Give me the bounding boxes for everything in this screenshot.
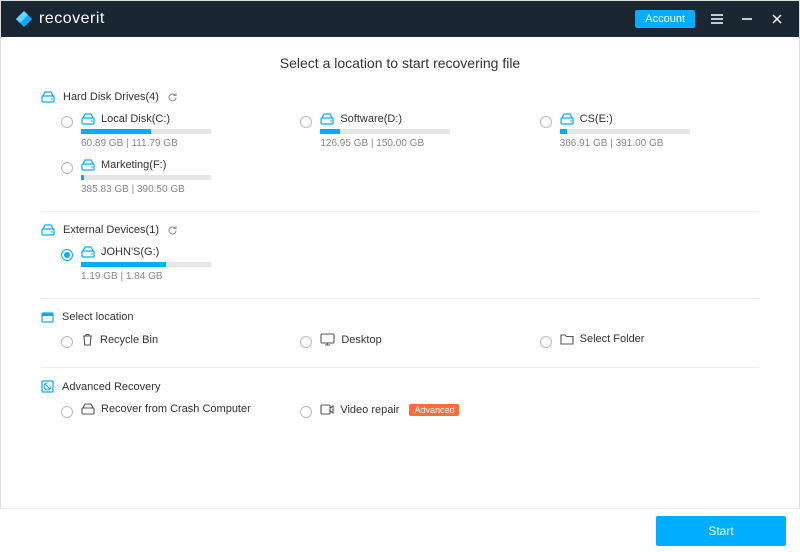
usage-bar	[320, 129, 450, 134]
crash-computer-icon	[81, 403, 95, 415]
close-icon[interactable]	[769, 11, 785, 27]
radio-drive-f[interactable]	[61, 162, 73, 174]
drive-item-f[interactable]: Marketing(F:) 385.83 GB | 390.50 GB	[61, 159, 280, 195]
brand-logo-icon	[15, 10, 33, 28]
section-label: External Devices(1)	[63, 224, 159, 236]
usage-text: 60.89 GB | 111.79 GB	[81, 138, 280, 149]
location-section-icon	[41, 311, 54, 323]
drive-icon	[81, 113, 95, 125]
radio-crash[interactable]	[61, 406, 73, 418]
section-label: Advanced Recovery	[62, 381, 160, 393]
drive-item-c[interactable]: Local Disk(C:) 60.89 GB | 111.79 GB	[61, 113, 280, 149]
refresh-icon[interactable]	[167, 92, 178, 103]
location-recycle-bin[interactable]: Recycle Bin	[61, 333, 280, 351]
divider	[41, 211, 759, 212]
menu-icon[interactable]	[709, 11, 725, 27]
radio-drive-c[interactable]	[61, 116, 73, 128]
title-bar: recoverit Account	[1, 1, 799, 37]
radio-video[interactable]	[300, 406, 312, 418]
radio-drive-d[interactable]	[300, 116, 312, 128]
desktop-icon	[320, 333, 335, 346]
usage-text: 1.19 GB | 1.84 GB	[81, 271, 280, 282]
section-hdd: Hard Disk Drives(4) Local Disk(C:) 60.89…	[41, 91, 759, 195]
location-desktop[interactable]: Desktop	[300, 333, 519, 351]
radio-drive-e[interactable]	[540, 116, 552, 128]
section-select-location: Select location Recycle Bin Desktop	[41, 311, 759, 351]
usage-text: 126.95 GB | 150.00 GB	[320, 138, 519, 149]
drive-label: Local Disk(C:)	[101, 113, 170, 125]
drive-label: JOHN'S(G:)	[101, 246, 159, 258]
drive-icon	[81, 159, 95, 171]
radio-drive-g[interactable]	[61, 249, 73, 261]
drive-label: CS(E:)	[580, 113, 613, 125]
page-title: Select a location to start recovering fi…	[41, 55, 759, 71]
section-label: Select location	[62, 311, 134, 323]
radio-desktop[interactable]	[300, 336, 312, 348]
location-label: Recycle Bin	[100, 334, 158, 346]
section-header-advanced: Advanced Recovery	[41, 380, 759, 393]
drive-label: Software(D:)	[340, 113, 402, 125]
drive-icon	[560, 113, 574, 125]
location-select-folder[interactable]: Select Folder	[540, 333, 759, 351]
logo: recoverit	[15, 10, 105, 28]
divider	[41, 298, 759, 299]
usage-bar	[81, 129, 211, 134]
main-content: Select a location to start recovering fi…	[1, 37, 799, 509]
drive-section-icon	[41, 91, 55, 103]
location-label: Select Folder	[580, 333, 645, 345]
section-header-external: External Devices(1)	[41, 224, 759, 236]
footer: Start	[0, 508, 800, 552]
account-button[interactable]: Account	[635, 10, 695, 28]
drive-item-g[interactable]: JOHN'S(G:) 1.19 GB | 1.84 GB	[61, 246, 280, 282]
section-header-hdd: Hard Disk Drives(4)	[41, 91, 759, 103]
section-advanced: Advanced Recovery Recover from Crash Com…	[41, 380, 759, 420]
usage-text: 366.91 GB | 391.00 GB	[560, 138, 759, 149]
advanced-label: Recover from Crash Computer	[101, 403, 251, 415]
usage-bar	[81, 262, 211, 267]
start-button[interactable]: Start	[656, 516, 786, 546]
location-label: Desktop	[341, 334, 381, 346]
usage-bar	[81, 175, 211, 180]
drive-label: Marketing(F:)	[101, 159, 166, 171]
external-section-icon	[41, 224, 55, 236]
radio-folder[interactable]	[540, 336, 552, 348]
usage-text: 385.83 GB | 390.50 GB	[81, 184, 280, 195]
advanced-video-repair[interactable]: Video repair Advanced	[300, 403, 519, 420]
advanced-crash-recovery[interactable]: Recover from Crash Computer	[61, 403, 280, 420]
radio-recycle[interactable]	[61, 336, 73, 348]
divider	[41, 367, 759, 368]
drive-icon	[320, 113, 334, 125]
advanced-label: Video repair	[340, 404, 399, 416]
video-repair-icon	[320, 403, 334, 416]
folder-icon	[560, 333, 574, 345]
drive-item-d[interactable]: Software(D:) 126.95 GB | 150.00 GB	[300, 113, 519, 149]
drive-icon	[81, 246, 95, 258]
advanced-badge: Advanced	[409, 404, 459, 416]
section-external: External Devices(1) JOHN'S(G:) 1.19 GB |…	[41, 224, 759, 282]
header-actions: Account	[635, 10, 785, 28]
advanced-section-icon	[41, 380, 54, 393]
brand-name: recoverit	[39, 10, 105, 28]
minimize-icon[interactable]	[739, 11, 755, 27]
recycle-bin-icon	[81, 333, 94, 347]
refresh-icon[interactable]	[167, 225, 178, 236]
section-header-select-location: Select location	[41, 311, 759, 323]
drive-item-e[interactable]: CS(E:) 366.91 GB | 391.00 GB	[540, 113, 759, 149]
section-label: Hard Disk Drives(4)	[63, 91, 159, 103]
usage-bar	[560, 129, 690, 134]
